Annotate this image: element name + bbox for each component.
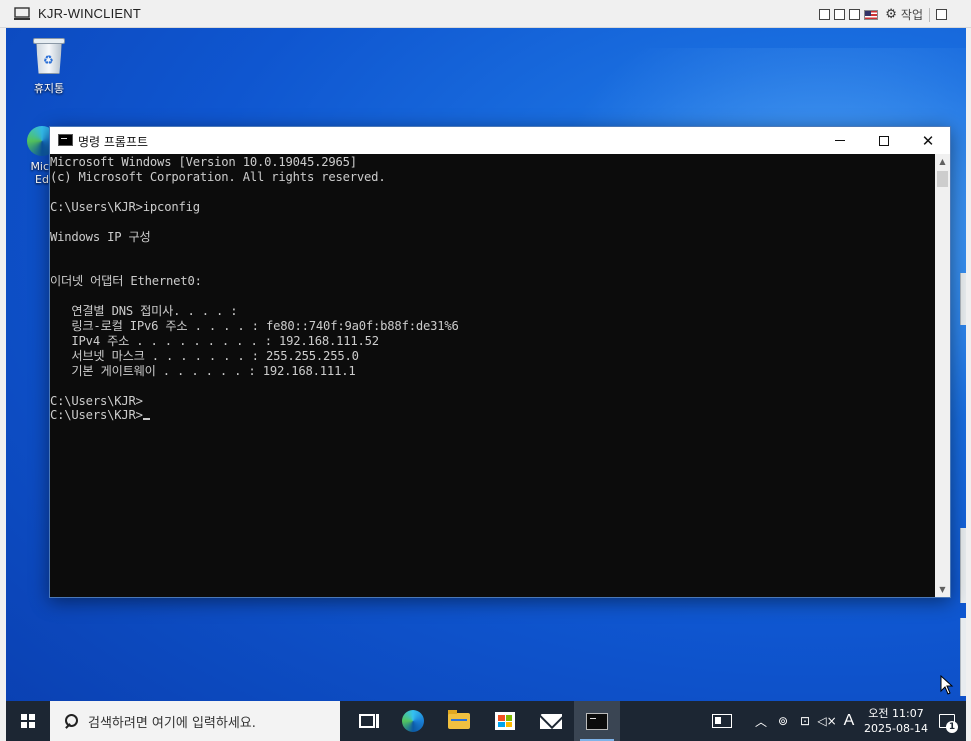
system-tray: ︿ ⊚ ⊡ ◁× A 오전 11:07 2025-08-14 1 [702, 701, 966, 741]
recycle-bin-label: 휴지통 [33, 82, 65, 95]
clock-time: 오전 11:07 [868, 707, 924, 720]
console-text: Microsoft Windows [Version 10.0.19045.29… [50, 155, 936, 423]
vm-titlebar: KJR-WINCLIENT ⚙ 작업 [0, 0, 971, 28]
toolbar-divider [929, 7, 930, 22]
close-button[interactable]: ✕ [906, 127, 950, 154]
console-line: Microsoft Windows [Version 10.0.19045.29… [50, 155, 357, 169]
chevron-up-icon: ▲ [939, 157, 946, 166]
computer-icon [14, 7, 30, 20]
maximize-button[interactable] [862, 127, 906, 154]
remote-desktop: ♻ 휴지통 Micr Ed 명령 프롬프트 ✕ Microsoft Window… [6, 28, 966, 741]
offscreen-window-edge [960, 618, 966, 696]
console-line: 기본 게이트웨이 . . . . . . : 192.168.111.1 [50, 363, 356, 378]
taskbar-edge-button[interactable] [390, 701, 436, 741]
minimize-icon [835, 140, 845, 141]
cmd-titlebar[interactable]: 명령 프롬프트 ✕ [50, 127, 950, 154]
minimize-button[interactable] [818, 127, 862, 154]
task-view-button[interactable] [344, 701, 390, 741]
text-cursor [142, 418, 150, 421]
offscreen-window-edge [960, 273, 966, 325]
console-line: 링크-로컬 IPv6 주소 . . . . : fe80::740f:9a0f:… [50, 318, 459, 333]
console-line: Windows IP 구성 [50, 229, 151, 244]
fullscreen-icon[interactable] [849, 9, 861, 20]
console-line: IPv4 주소 . . . . . . . . . : 192.168.111.… [50, 333, 379, 348]
search-placeholder: 검색하려면 여기에 입력하세요. [88, 715, 256, 731]
console-line: 연결별 DNS 접미사. . . . : [50, 304, 238, 319]
taskbar-store-button[interactable] [482, 701, 528, 741]
restore-icon[interactable] [819, 9, 831, 20]
scroll-up-button[interactable]: ▲ [935, 154, 950, 169]
mail-icon [540, 713, 562, 729]
folder-icon [448, 710, 470, 729]
maximize-icon [879, 135, 889, 146]
command-prompt-window[interactable]: 명령 프롬프트 ✕ Microsoft Windows [Version 10.… [49, 126, 951, 598]
taskbar-mail-button[interactable] [528, 701, 574, 741]
search-icon [64, 714, 78, 728]
console-line: C:\Users\KJR> [50, 408, 143, 423]
cmd-title: 명령 프롬프트 [78, 135, 149, 149]
console-line: C:\Users\KJR> [50, 393, 143, 408]
console-line: 서브넷 마스크 . . . . . . . : 255.255.255.0 [50, 348, 359, 363]
recycle-bin-shortcut[interactable]: ♻ 휴지통 [24, 36, 74, 96]
fit-window-icon[interactable] [834, 9, 846, 20]
offscreen-window-edge [960, 528, 966, 603]
network-icon[interactable]: ⊡ [794, 701, 816, 741]
news-widget-button[interactable] [702, 701, 742, 741]
store-icon [495, 712, 515, 730]
ime-mode-indicator[interactable]: A [838, 712, 860, 730]
console-output[interactable]: Microsoft Windows [Version 10.0.19045.29… [50, 154, 936, 597]
news-icon [712, 714, 732, 728]
console-line: (c) Microsoft Corporation. All rights re… [50, 169, 386, 184]
edge-icon [402, 710, 424, 732]
command-prompt-icon [586, 712, 608, 730]
task-view-icon [359, 714, 379, 728]
vmware-tools-icon[interactable]: ⊚ [772, 701, 794, 741]
start-button[interactable] [6, 701, 50, 741]
taskbar-search-box[interactable]: 검색하려면 여기에 입력하세요. [50, 701, 340, 741]
taskbar-clock[interactable]: 오전 11:07 2025-08-14 [864, 706, 928, 736]
volume-muted-icon[interactable]: ◁× [816, 701, 838, 741]
chevron-down-icon: ▼ [939, 585, 946, 594]
taskbar-file-explorer-button[interactable] [436, 701, 482, 741]
window-control-icon[interactable] [936, 9, 947, 20]
scroll-thumb[interactable] [937, 171, 948, 187]
taskbar: 검색하려면 여기에 입력하세요. ︿ ⊚ ⊡ ◁× A 오전 11:07 202… [6, 701, 966, 741]
mouse-pointer-icon [940, 675, 954, 695]
console-line: C:\Users\KJR>ipconfig [50, 199, 200, 214]
cmd-icon [58, 134, 73, 146]
vertical-scrollbar[interactable]: ▲ ▼ [935, 154, 950, 597]
task-menu-button[interactable]: 작업 [901, 6, 923, 23]
close-icon: ✕ [921, 131, 935, 150]
show-hidden-icons-button[interactable]: ︿ [750, 701, 772, 741]
scroll-down-button[interactable]: ▼ [935, 582, 950, 597]
vm-title: KJR-WINCLIENT [38, 6, 141, 21]
keyboard-layout-flag-icon[interactable] [864, 9, 879, 20]
gear-icon[interactable]: ⚙ [885, 7, 897, 22]
taskbar-cmd-button[interactable] [574, 701, 620, 741]
notification-center-button[interactable]: 1 [928, 701, 966, 741]
clock-date: 2025-08-14 [864, 722, 928, 735]
notification-badge: 1 [946, 721, 958, 733]
windows-logo-icon [21, 714, 35, 728]
chevron-up-icon: ︿ [754, 714, 767, 729]
recycle-bin-icon: ♻ [32, 36, 66, 76]
vm-toolbar: ⚙ 작업 [819, 6, 947, 23]
console-line: 이더넷 어댑터 Ethernet0: [50, 274, 202, 289]
